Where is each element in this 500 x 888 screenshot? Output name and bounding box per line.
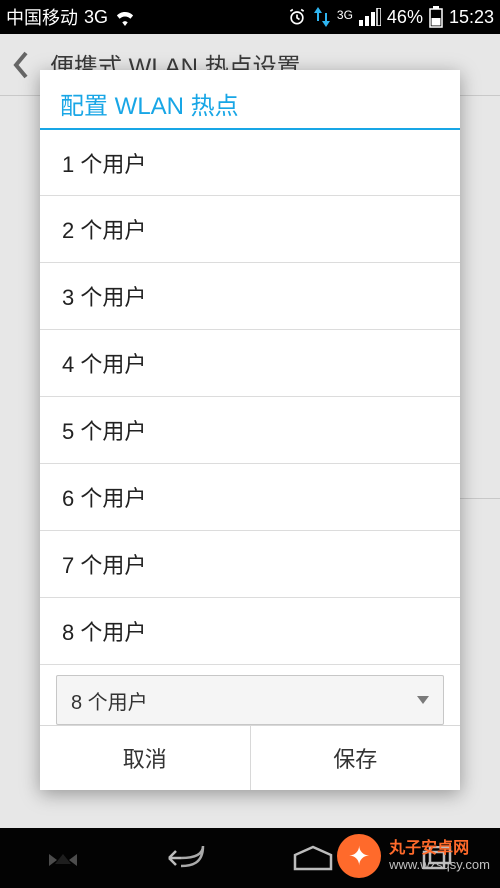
clock: 15:23 [449, 7, 494, 28]
chevron-down-icon [417, 696, 429, 704]
sync-arrows-icon [313, 7, 331, 27]
save-label: 保存 [333, 742, 377, 774]
option-label: 4 个用户 [62, 347, 146, 379]
selected-row: 8 个用户 [56, 675, 444, 725]
wifi-icon [114, 8, 136, 26]
user-count-list: 1 个用户 2 个用户 3 个用户 4 个用户 5 个用户 6 个用户 7 个用… [40, 129, 460, 665]
battery-pct: 46% [387, 7, 423, 28]
option-label: 1 个用户 [62, 147, 146, 179]
max-users-select[interactable]: 8 个用户 [56, 675, 444, 725]
status-bar: 中国移动 3G 3G 46% 15:23 [0, 0, 500, 34]
user-count-option[interactable]: 8 个用户 [40, 597, 460, 665]
status-left: 中国移动 3G [6, 4, 136, 30]
battery-icon [429, 6, 443, 28]
option-label: 6 个用户 [62, 481, 146, 513]
save-button[interactable]: 保存 [250, 726, 461, 790]
system-nav-bar [0, 828, 500, 888]
back-icon[interactable] [12, 51, 30, 79]
user-count-option[interactable]: 3 个用户 [40, 262, 460, 330]
signal-icon [359, 8, 381, 26]
option-label: 7 个用户 [62, 548, 146, 580]
status-right: 3G 46% 15:23 [287, 6, 494, 28]
screen: 中国移动 3G 3G 46% 15:23 [0, 0, 500, 888]
cancel-label: 取消 [123, 742, 167, 774]
network-sup-label: 3G [337, 8, 353, 22]
option-label: 8 个用户 [62, 615, 146, 647]
user-count-option[interactable]: 6 个用户 [40, 463, 460, 531]
nav-menu-button[interactable] [28, 838, 98, 878]
option-label: 5 个用户 [62, 414, 146, 446]
nav-recents-button[interactable] [403, 838, 473, 878]
user-count-option[interactable]: 4 个用户 [40, 329, 460, 397]
user-count-option[interactable]: 1 个用户 [40, 128, 460, 196]
dialog-title: 配置 WLAN 热点 [40, 70, 460, 129]
nav-home-button[interactable] [278, 838, 348, 878]
dialog-buttons: 取消 保存 [40, 725, 460, 790]
nav-back-button[interactable] [153, 838, 223, 878]
configure-hotspot-dialog: 配置 WLAN 热点 1 个用户 2 个用户 3 个用户 4 个用户 5 个用户… [40, 70, 460, 790]
selected-value: 8 个用户 [71, 686, 148, 715]
option-label: 2 个用户 [62, 213, 146, 245]
option-label: 3 个用户 [62, 280, 146, 312]
user-count-option[interactable]: 5 个用户 [40, 396, 460, 464]
user-count-option[interactable]: 2 个用户 [40, 195, 460, 263]
carrier-label: 中国移动 [6, 4, 78, 30]
user-count-option[interactable]: 7 个用户 [40, 530, 460, 598]
network-label: 3G [84, 7, 108, 28]
cancel-button[interactable]: 取消 [40, 726, 250, 790]
alarm-icon [287, 7, 307, 27]
